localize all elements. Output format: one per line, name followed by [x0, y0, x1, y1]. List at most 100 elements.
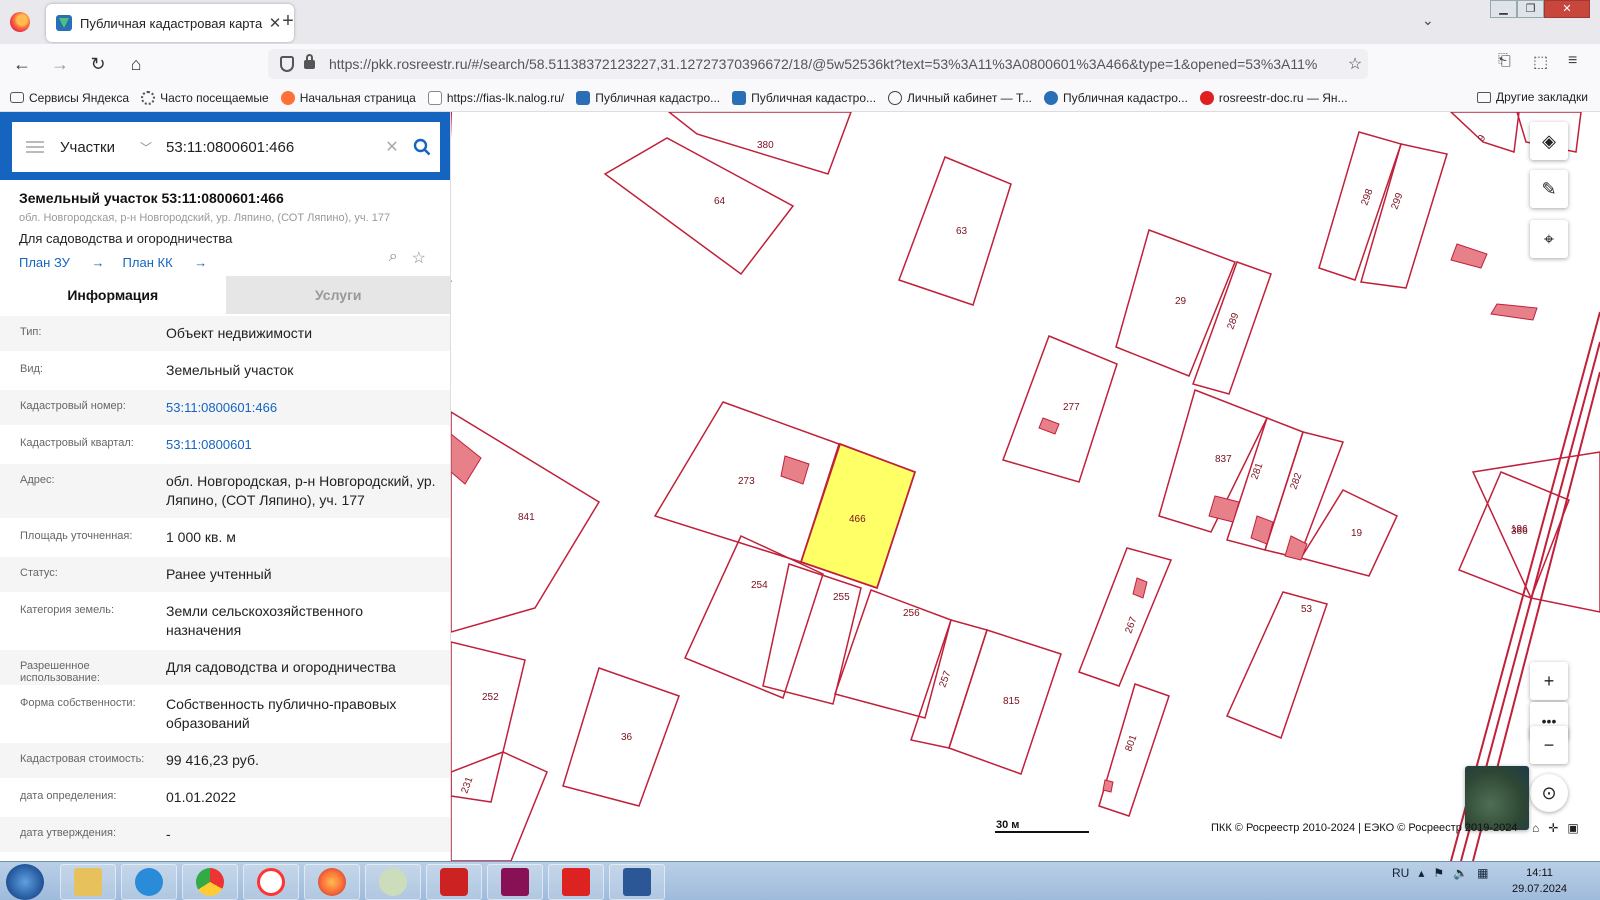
restore-button[interactable]: ❐	[1517, 0, 1544, 18]
scale-bar	[995, 831, 1089, 833]
bookmark-item[interactable]: Личный кабинет — Т...	[888, 90, 1032, 105]
forward-button[interactable]: →	[44, 48, 76, 80]
zoom-in-button[interactable]: +	[1530, 662, 1568, 700]
zoom-out-button[interactable]: −	[1530, 726, 1568, 764]
other-bookmarks[interactable]: Другие закладки	[1477, 90, 1588, 104]
fullscreen-icon[interactable]: ▣	[1567, 821, 1578, 835]
bookmark-item[interactable]: https://fias-lk.nalog.ru/	[427, 90, 564, 105]
acrobat-icon[interactable]	[548, 864, 604, 900]
explorer-icon[interactable]	[60, 864, 116, 900]
bookmark-item[interactable]: rosreestr-doc.ru — Ян...	[1199, 90, 1348, 105]
parcel-boundary[interactable]	[1299, 489, 1398, 577]
yandex-browser-icon[interactable]	[243, 864, 299, 900]
chevron-down-icon[interactable]: ﹀	[140, 139, 152, 156]
building	[1208, 495, 1240, 523]
back-button[interactable]: ←	[6, 48, 38, 80]
parcel-boundary[interactable]	[1264, 431, 1345, 559]
clock[interactable]: 14:11 29.07.2024	[1512, 865, 1567, 897]
parcel-boundary[interactable]	[834, 589, 952, 719]
list-tabs-chevron-icon[interactable]: ⌄	[1422, 12, 1434, 29]
info-row-link[interactable]: 53:11:0800601:466	[163, 390, 450, 425]
firefox-icon[interactable]	[304, 864, 360, 900]
parcel-boundary[interactable]	[451, 641, 526, 803]
firefox-logo-icon[interactable]	[10, 12, 30, 32]
hamburger-menu-icon[interactable]	[26, 141, 44, 153]
tab-information[interactable]: Информация	[0, 276, 226, 314]
search-icon[interactable]	[404, 138, 440, 156]
tray-chevron-icon[interactable]: ▴	[1418, 866, 1424, 880]
parcel-boundary[interactable]	[603, 137, 795, 276]
bookmark-item[interactable]: Сервисы Яндекса	[10, 91, 129, 105]
bookmark-item[interactable]: Часто посещаемые	[141, 90, 269, 105]
chrome-icon[interactable]	[182, 864, 238, 900]
parcel-boundary[interactable]	[1471, 451, 1600, 613]
compass-button[interactable]: ⊙	[1530, 774, 1568, 812]
locate-button[interactable]: ⌖	[1530, 220, 1568, 258]
windows-start-icon[interactable]	[6, 864, 44, 900]
plan-kk-link[interactable]: План КК →	[123, 255, 208, 270]
bookmark-item[interactable]: Публичная кадастро...	[576, 90, 720, 105]
bookmark-star-icon[interactable]: ☆	[1342, 54, 1368, 74]
info-row-link[interactable]: 53:11:0800601	[163, 427, 450, 462]
search-input[interactable]: 53:11:0800601:466	[166, 139, 380, 156]
app-red-icon[interactable]	[426, 864, 482, 900]
crosshair-icon[interactable]: ✛	[1548, 821, 1558, 835]
language-indicator[interactable]: RU	[1392, 866, 1409, 880]
satellite-basemap-toggle[interactable]	[1465, 766, 1529, 830]
info-row: Форма собственности: Собственность публич…	[0, 685, 450, 741]
parcel-boundary[interactable]	[1318, 131, 1402, 281]
url-text[interactable]: https://pkk.rosreestr.ru/#/search/58.511…	[329, 56, 1342, 72]
info-row-label: Тип:	[20, 326, 42, 338]
info-row-value: 1 000 кв. м	[166, 529, 236, 545]
tab-services[interactable]: Услуги	[225, 276, 450, 314]
parcel-boundary[interactable]	[1002, 335, 1118, 483]
parcel-label: 801	[1123, 733, 1139, 753]
search-type-select[interactable]: Участки	[60, 139, 140, 156]
zoom-to-object-icon[interactable]: ⌕	[389, 248, 398, 268]
bookmark-item[interactable]: Начальная страница	[280, 90, 416, 105]
parcel-boundary[interactable]	[1078, 547, 1173, 687]
cadastral-map[interactable]: 3806463992982992928927783728128219196273…	[451, 112, 1600, 861]
parcel-boundary[interactable]	[762, 563, 862, 705]
url-bar[interactable]: https://pkk.rosreestr.ru/#/search/58.511…	[268, 49, 1368, 79]
tracking-shield-icon[interactable]	[280, 56, 294, 72]
info-row-label: Вид:	[20, 363, 43, 375]
parcel-label: 64	[714, 196, 726, 207]
browser-tab-active[interactable]: Публичная кадастровая карта ✕	[46, 4, 294, 42]
network-icon[interactable]: ▦	[1477, 866, 1488, 880]
new-tab-button[interactable]: +	[276, 10, 300, 33]
winrar-icon[interactable]	[487, 864, 543, 900]
firefox-icon	[280, 90, 295, 105]
screen: Публичная кадастровая карта ✕ + ⌄ ▁ ❐ ✕ …	[0, 0, 1600, 900]
minimize-button[interactable]: ▁	[1490, 0, 1517, 18]
info-row-value: 01.01.2022	[166, 789, 237, 805]
navigation-bar: ← → ↻ ⌂ https://pkk.rosreestr.ru/#/searc…	[0, 44, 1600, 84]
internet-explorer-icon[interactable]	[121, 864, 177, 900]
parcel-boundary[interactable]	[898, 156, 1012, 306]
flag-icon[interactable]: ⚑	[1433, 866, 1444, 880]
volume-icon[interactable]: 🔈	[1453, 866, 1468, 880]
lock-icon[interactable]	[304, 53, 315, 69]
pocket-icon[interactable]: ⎗	[1498, 52, 1511, 70]
window-close-button[interactable]: ✕	[1544, 0, 1590, 18]
info-row: Статус: Ранее учтенный	[0, 555, 450, 592]
home-button[interactable]: ⌂	[120, 48, 152, 80]
home-icon[interactable]: ⌂	[1532, 821, 1539, 835]
info-row: Кадастровый квартал: 53:11:0800601	[0, 425, 450, 462]
layers-button[interactable]: ◈	[1530, 122, 1568, 160]
parcel-label: 9	[1476, 133, 1489, 144]
word-icon[interactable]	[609, 864, 665, 900]
paint-icon[interactable]	[365, 864, 421, 900]
extensions-icon[interactable]: ⬚	[1533, 52, 1548, 72]
parcel-boundary[interactable]	[1449, 112, 1520, 153]
reload-button[interactable]: ↻	[82, 48, 114, 80]
favorite-star-icon[interactable]: ☆	[412, 248, 426, 268]
parcel-boundary[interactable]	[1360, 143, 1448, 289]
bookmark-item[interactable]: Публичная кадастро...	[1044, 90, 1188, 105]
ruler-button[interactable]: ✎	[1530, 170, 1568, 208]
clear-search-icon[interactable]: ✕	[380, 137, 404, 157]
bookmark-item[interactable]: Публичная кадастро...	[732, 90, 876, 105]
menu-icon[interactable]: ≡	[1568, 52, 1577, 70]
parcel-layer[interactable]: 3806463992982992928927783728128219196273…	[451, 112, 1600, 861]
plan-zu-link[interactable]: План ЗУ →	[19, 255, 105, 270]
